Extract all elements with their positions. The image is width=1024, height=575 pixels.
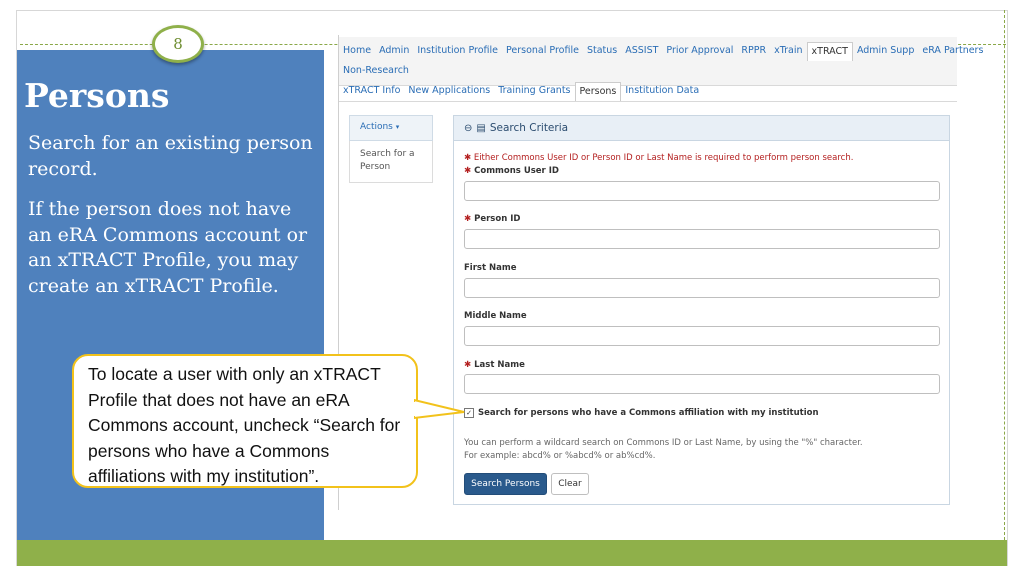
nav-non-research[interactable]: Non-Research <box>339 61 413 81</box>
required-star-icon: ✱ <box>464 360 472 370</box>
collapse-minus-icon[interactable]: ⊖ <box>464 123 472 134</box>
search-person-link[interactable]: Search for a Person <box>349 141 433 183</box>
tab-training-grants[interactable]: Training Grants <box>494 82 574 100</box>
list-icon: ▤ <box>476 122 486 134</box>
clear-button[interactable]: Clear <box>551 473 589 495</box>
callout-pointer <box>414 398 465 420</box>
nav-assist[interactable]: ASSIST <box>621 41 662 61</box>
first-name-input[interactable] <box>464 278 940 298</box>
instruction-callout: To locate a user with only an xTRACT Pro… <box>72 354 418 488</box>
wildcard-example: For example: abcd% or %abcd% or ab%cd%. <box>464 451 656 461</box>
nav-admin[interactable]: Admin <box>375 41 413 61</box>
tab-persons[interactable]: Persons <box>574 81 622 101</box>
last-name-input[interactable] <box>464 374 940 394</box>
nav-admin-supp[interactable]: Admin Supp <box>853 41 918 61</box>
first-name-label: First Name <box>464 263 517 273</box>
slide-paragraph-2: If the person does not have an eRA Commo… <box>28 198 308 297</box>
nav-xtrain[interactable]: xTrain <box>770 41 806 61</box>
required-star-icon: ✱ <box>464 166 472 176</box>
subnav-divider <box>339 101 957 102</box>
tab-xtract-info[interactable]: xTRACT Info <box>339 82 404 100</box>
middle-name-input[interactable] <box>464 326 940 346</box>
nav-institution-profile[interactable]: Institution Profile <box>413 41 502 61</box>
required-note: ✱ Either Commons User ID or Person ID or… <box>464 153 854 163</box>
slide-title: Persons <box>24 76 170 115</box>
commons-user-id-input[interactable] <box>464 181 940 201</box>
app-screenshot: Home Admin Institution Profile Personal … <box>338 35 983 510</box>
actions-dropdown[interactable]: Actions ▾ <box>349 115 433 141</box>
commons-affiliation-label[interactable]: Search for persons who have a Commons af… <box>478 408 819 418</box>
tab-new-applications[interactable]: New Applications <box>404 82 494 100</box>
required-star-icon: ✱ <box>464 153 474 163</box>
right-dashed-line <box>1004 10 1005 540</box>
nav-era-partners[interactable]: eRA Partners <box>918 41 987 61</box>
person-id-input[interactable] <box>464 229 940 249</box>
person-id-label: ✱ Person ID <box>464 214 521 224</box>
nav-prior-approval[interactable]: Prior Approval <box>662 41 737 61</box>
nav-status[interactable]: Status <box>583 41 621 61</box>
xtract-subnav: xTRACT Info New Applications Training Gr… <box>339 81 703 101</box>
search-persons-button[interactable]: Search Persons <box>464 473 547 495</box>
last-name-label: ✱ Last Name <box>464 360 525 370</box>
top-nav-row-2: Non-Research <box>339 61 413 81</box>
nav-rppr[interactable]: RPPR <box>737 41 770 61</box>
nav-home[interactable]: Home <box>339 41 375 61</box>
slide-number-badge: 8 <box>152 25 204 63</box>
commons-affiliation-option: ✓ Search for persons who have a Commons … <box>464 408 819 418</box>
slide-paragraph-1: Search for an existing person record. <box>28 132 313 180</box>
required-star-icon: ✱ <box>464 214 472 224</box>
top-navigation: Home Admin Institution Profile Personal … <box>339 37 983 86</box>
top-nav-row-1: Home Admin Institution Profile Personal … <box>339 41 987 61</box>
search-criteria-panel: ⊖ ▤ Search Criteria ✱ Either Commons Use… <box>453 115 950 505</box>
nav-personal-profile[interactable]: Personal Profile <box>502 41 583 61</box>
footer-bar <box>17 540 1007 566</box>
tab-institution-data[interactable]: Institution Data <box>621 82 703 100</box>
search-criteria-header[interactable]: ⊖ ▤ Search Criteria <box>454 116 949 141</box>
commons-user-id-label: ✱ Commons User ID <box>464 166 559 176</box>
middle-name-label: Middle Name <box>464 311 527 321</box>
wildcard-hint: You can perform a wildcard search on Com… <box>464 438 863 448</box>
caret-down-icon: ▾ <box>395 123 400 131</box>
search-criteria-title: Search Criteria <box>489 122 569 134</box>
actions-label: Actions <box>360 122 393 132</box>
nav-xtract[interactable]: xTRACT <box>806 41 853 61</box>
